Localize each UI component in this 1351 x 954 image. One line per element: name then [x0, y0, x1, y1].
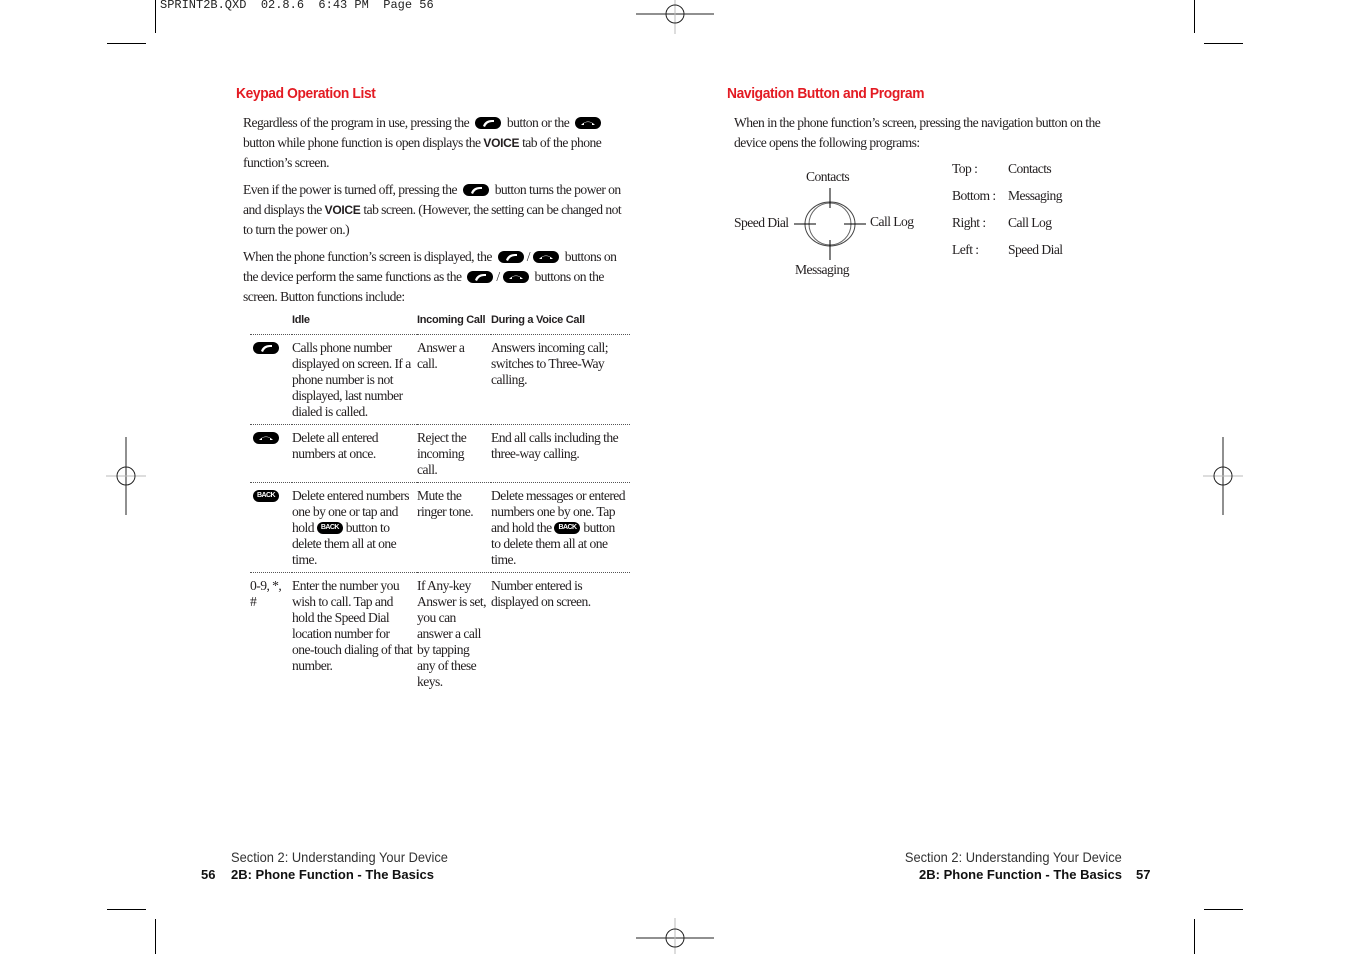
crop-mark: [107, 43, 146, 44]
footer-page-number-left: 56: [201, 867, 216, 882]
slash: /: [526, 249, 531, 264]
footer-page-number-right: 57: [1136, 867, 1151, 882]
during-cell: End all calls including the three-way ca…: [491, 424, 630, 483]
idle-cell: Calls phone number displayed on screen. …: [292, 334, 417, 425]
mapping-dir: Bottom :: [952, 188, 996, 203]
mapping-program: Contacts: [1008, 161, 1052, 176]
talk-key-icon: [253, 341, 279, 354]
file-slug: SPRINT2B.QXD 02.8.6 6:43 PM Page 56: [160, 0, 434, 12]
para-text: When the phone function’s screen is disp…: [243, 249, 492, 264]
key-cell: BACK: [250, 482, 292, 573]
header-during-voice-call: During a Voice Call: [491, 310, 630, 335]
mapping-dir: Top :: [952, 161, 978, 176]
during-cell: Answers incoming call; switches to Three…: [491, 334, 630, 425]
during-cell: Number entered is displayed on screen.: [491, 578, 591, 609]
talk-key-icon: [497, 250, 524, 263]
during-cell: Delete messages or entered numbers one b…: [491, 482, 630, 573]
para-text: button while phone function is open disp…: [243, 135, 481, 150]
end-key-icon: [253, 431, 279, 444]
para-text: Even if the power is turned off, pressin…: [243, 182, 458, 197]
table-row: BACK Delete entered numbers one by one o…: [250, 482, 630, 573]
end-key-icon: [502, 270, 529, 283]
registration-mark-left: [106, 437, 146, 515]
registration-mark-bottom: [636, 918, 714, 954]
crop-mark: [155, 919, 156, 954]
voice-label: VOICE: [324, 203, 361, 217]
crop-mark: [155, 0, 156, 33]
crop-mark: [1204, 43, 1243, 44]
header-idle: Idle: [292, 310, 417, 335]
end-key-icon: [532, 250, 559, 263]
header-incoming-call: Incoming Call: [417, 310, 491, 335]
keypad-operation-heading: Keypad Operation List: [236, 85, 376, 102]
table-header-row: Idle Incoming Call During a Voice Call: [250, 310, 630, 335]
footer-chapter-right: 2B: Phone Function - The Basics: [919, 867, 1122, 882]
incoming-cell: Mute the ringer tone.: [417, 482, 491, 573]
mapping-dir: Right :: [952, 215, 986, 230]
registration-mark-right: [1203, 437, 1243, 515]
back-key-icon: BACK: [316, 521, 343, 534]
incoming-cell: If Any-key Answer is set, you can answer…: [417, 578, 487, 689]
idle-cell: Delete all entered numbers at once.: [292, 424, 417, 483]
key-cell: 0-9, *, #: [250, 578, 282, 609]
navigation-button-heading: Navigation Button and Program: [727, 85, 925, 102]
slash: /: [496, 269, 500, 284]
mapping-program: Speed Dial: [1008, 242, 1063, 257]
registration-mark-top: [636, 0, 714, 34]
nav-label-right: Call Log: [870, 214, 914, 229]
idle-cell: Enter the number you wish to call. Tap a…: [292, 578, 413, 673]
header-key: [250, 310, 292, 335]
table-row: Delete all entered numbers at once. Reje…: [250, 424, 630, 483]
nav-label-top: Contacts: [806, 169, 850, 184]
crop-mark: [1194, 919, 1195, 954]
footer-chapter-left: 2B: Phone Function - The Basics: [231, 867, 434, 882]
key-cell: [250, 334, 292, 425]
mapping-program: Messaging: [1008, 188, 1063, 203]
mapping-dir: Left :: [952, 242, 979, 257]
crop-mark: [1194, 0, 1195, 33]
paragraph-1: Regardless of the program in use, pressi…: [243, 113, 628, 173]
paragraph-2: Even if the power is turned off, pressin…: [243, 180, 628, 240]
incoming-cell: Reject the incoming call.: [417, 424, 491, 483]
incoming-cell: Answer a call.: [417, 334, 491, 425]
para-text: button or the: [506, 115, 570, 130]
paragraph-3: When the phone function’s screen is disp…: [243, 247, 628, 307]
crop-mark: [107, 909, 146, 910]
navigation-intro: When in the phone function’s screen, pre…: [734, 115, 1101, 150]
voice-label: VOICE: [483, 136, 520, 150]
nav-label-left: Speed Dial: [734, 215, 789, 230]
talk-key-icon: [462, 183, 489, 196]
footer-section-left: Section 2: Understanding Your Device: [231, 849, 448, 865]
idle-cell: Delete entered numbers one by one or tap…: [292, 482, 417, 573]
key-cell: [250, 424, 292, 483]
keypad-operation-table: Idle Incoming Call During a Voice Call C…: [250, 310, 630, 694]
mapping-program: Call Log: [1008, 215, 1052, 230]
table-row: Calls phone number displayed on screen. …: [250, 334, 630, 425]
crop-mark: [1204, 909, 1243, 910]
end-key-icon: [575, 116, 602, 129]
back-key-icon: BACK: [253, 489, 279, 502]
talk-key-icon: [467, 270, 494, 283]
navigation-button-diagram: [794, 188, 866, 260]
para-text: Regardless of the program in use, pressi…: [243, 115, 470, 130]
nav-label-bottom: Messaging: [795, 262, 850, 277]
footer-section-right: Section 2: Understanding Your Device: [905, 849, 1122, 865]
talk-key-icon: [475, 116, 501, 129]
table-row: 0-9, *, # Enter the number you wish to c…: [250, 573, 630, 695]
back-key-icon: BACK: [554, 521, 581, 534]
